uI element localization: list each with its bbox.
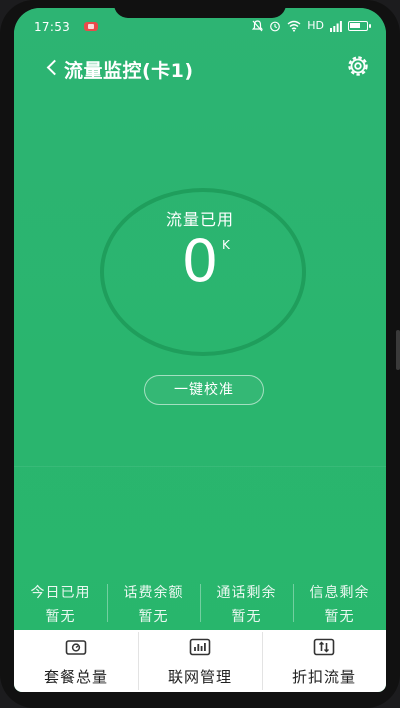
divider bbox=[14, 466, 386, 467]
app-header: 流量监控(卡1) bbox=[14, 46, 386, 90]
bell-muted-icon bbox=[252, 20, 264, 32]
camera-notch bbox=[114, 8, 286, 18]
bottom-tab-bar: 套餐总量 联网管理 折扣流量 bbox=[14, 630, 386, 692]
tab-package-total[interactable]: 套餐总量 bbox=[14, 630, 138, 692]
status-icons: HD bbox=[252, 19, 371, 32]
stat-label: 通话剩余 bbox=[216, 585, 277, 601]
stat-label: 话费余额 bbox=[123, 585, 184, 601]
stat-value: 暂无 bbox=[138, 609, 169, 625]
wifi-icon bbox=[287, 20, 301, 32]
tab-label: 联网管理 bbox=[167, 668, 232, 686]
tab-label: 折扣流量 bbox=[291, 668, 356, 686]
usage-value: 0 bbox=[181, 227, 219, 295]
page-title: 流量监控(卡1) bbox=[64, 60, 194, 82]
package-icon bbox=[65, 640, 87, 655]
status-time: 17:53 bbox=[34, 20, 71, 34]
stat-label: 今日已用 bbox=[30, 585, 91, 601]
recording-icon bbox=[84, 22, 98, 31]
transfer-icon bbox=[313, 638, 335, 656]
stat-value: 暂无 bbox=[45, 609, 76, 625]
stat-value: 暂无 bbox=[324, 609, 355, 625]
tab-label: 套餐总量 bbox=[43, 668, 108, 686]
battery-icon bbox=[348, 21, 371, 31]
phone-frame: 17:53 HD 流量监控(卡1) 流量已用 0 K 一键校准 今日已用 暂无 … bbox=[0, 0, 400, 708]
app-screen: 17:53 HD 流量监控(卡1) 流量已用 0 K 一键校准 今日已用 暂无 … bbox=[14, 8, 386, 692]
stats-row: 今日已用 暂无 话费余额 暂无 通话剩余 暂无 信息剩余 暂无 bbox=[14, 578, 386, 628]
signal-icon bbox=[330, 20, 342, 32]
stat-today-used[interactable]: 今日已用 暂无 bbox=[14, 578, 107, 628]
bar-chart-icon bbox=[189, 638, 211, 656]
gear-icon[interactable] bbox=[344, 52, 372, 80]
status-bar: 17:53 HD bbox=[14, 8, 386, 46]
chevron-left-icon[interactable] bbox=[40, 54, 62, 80]
stat-sms-remaining[interactable]: 信息剩余 暂无 bbox=[293, 578, 386, 628]
calibrate-button[interactable]: 一键校准 bbox=[144, 375, 264, 405]
usage-unit: K bbox=[222, 238, 230, 252]
stat-call-remaining[interactable]: 通话剩余 暂无 bbox=[200, 578, 293, 628]
network-type: HD bbox=[307, 19, 324, 32]
tab-discount-traffic[interactable]: 折扣流量 bbox=[262, 630, 386, 692]
alarm-icon bbox=[270, 21, 281, 32]
stat-value: 暂无 bbox=[231, 609, 262, 625]
side-button bbox=[396, 330, 400, 370]
stat-label: 信息剩余 bbox=[309, 585, 370, 601]
tab-network-management[interactable]: 联网管理 bbox=[138, 630, 262, 692]
stat-balance[interactable]: 话费余额 暂无 bbox=[107, 578, 200, 628]
